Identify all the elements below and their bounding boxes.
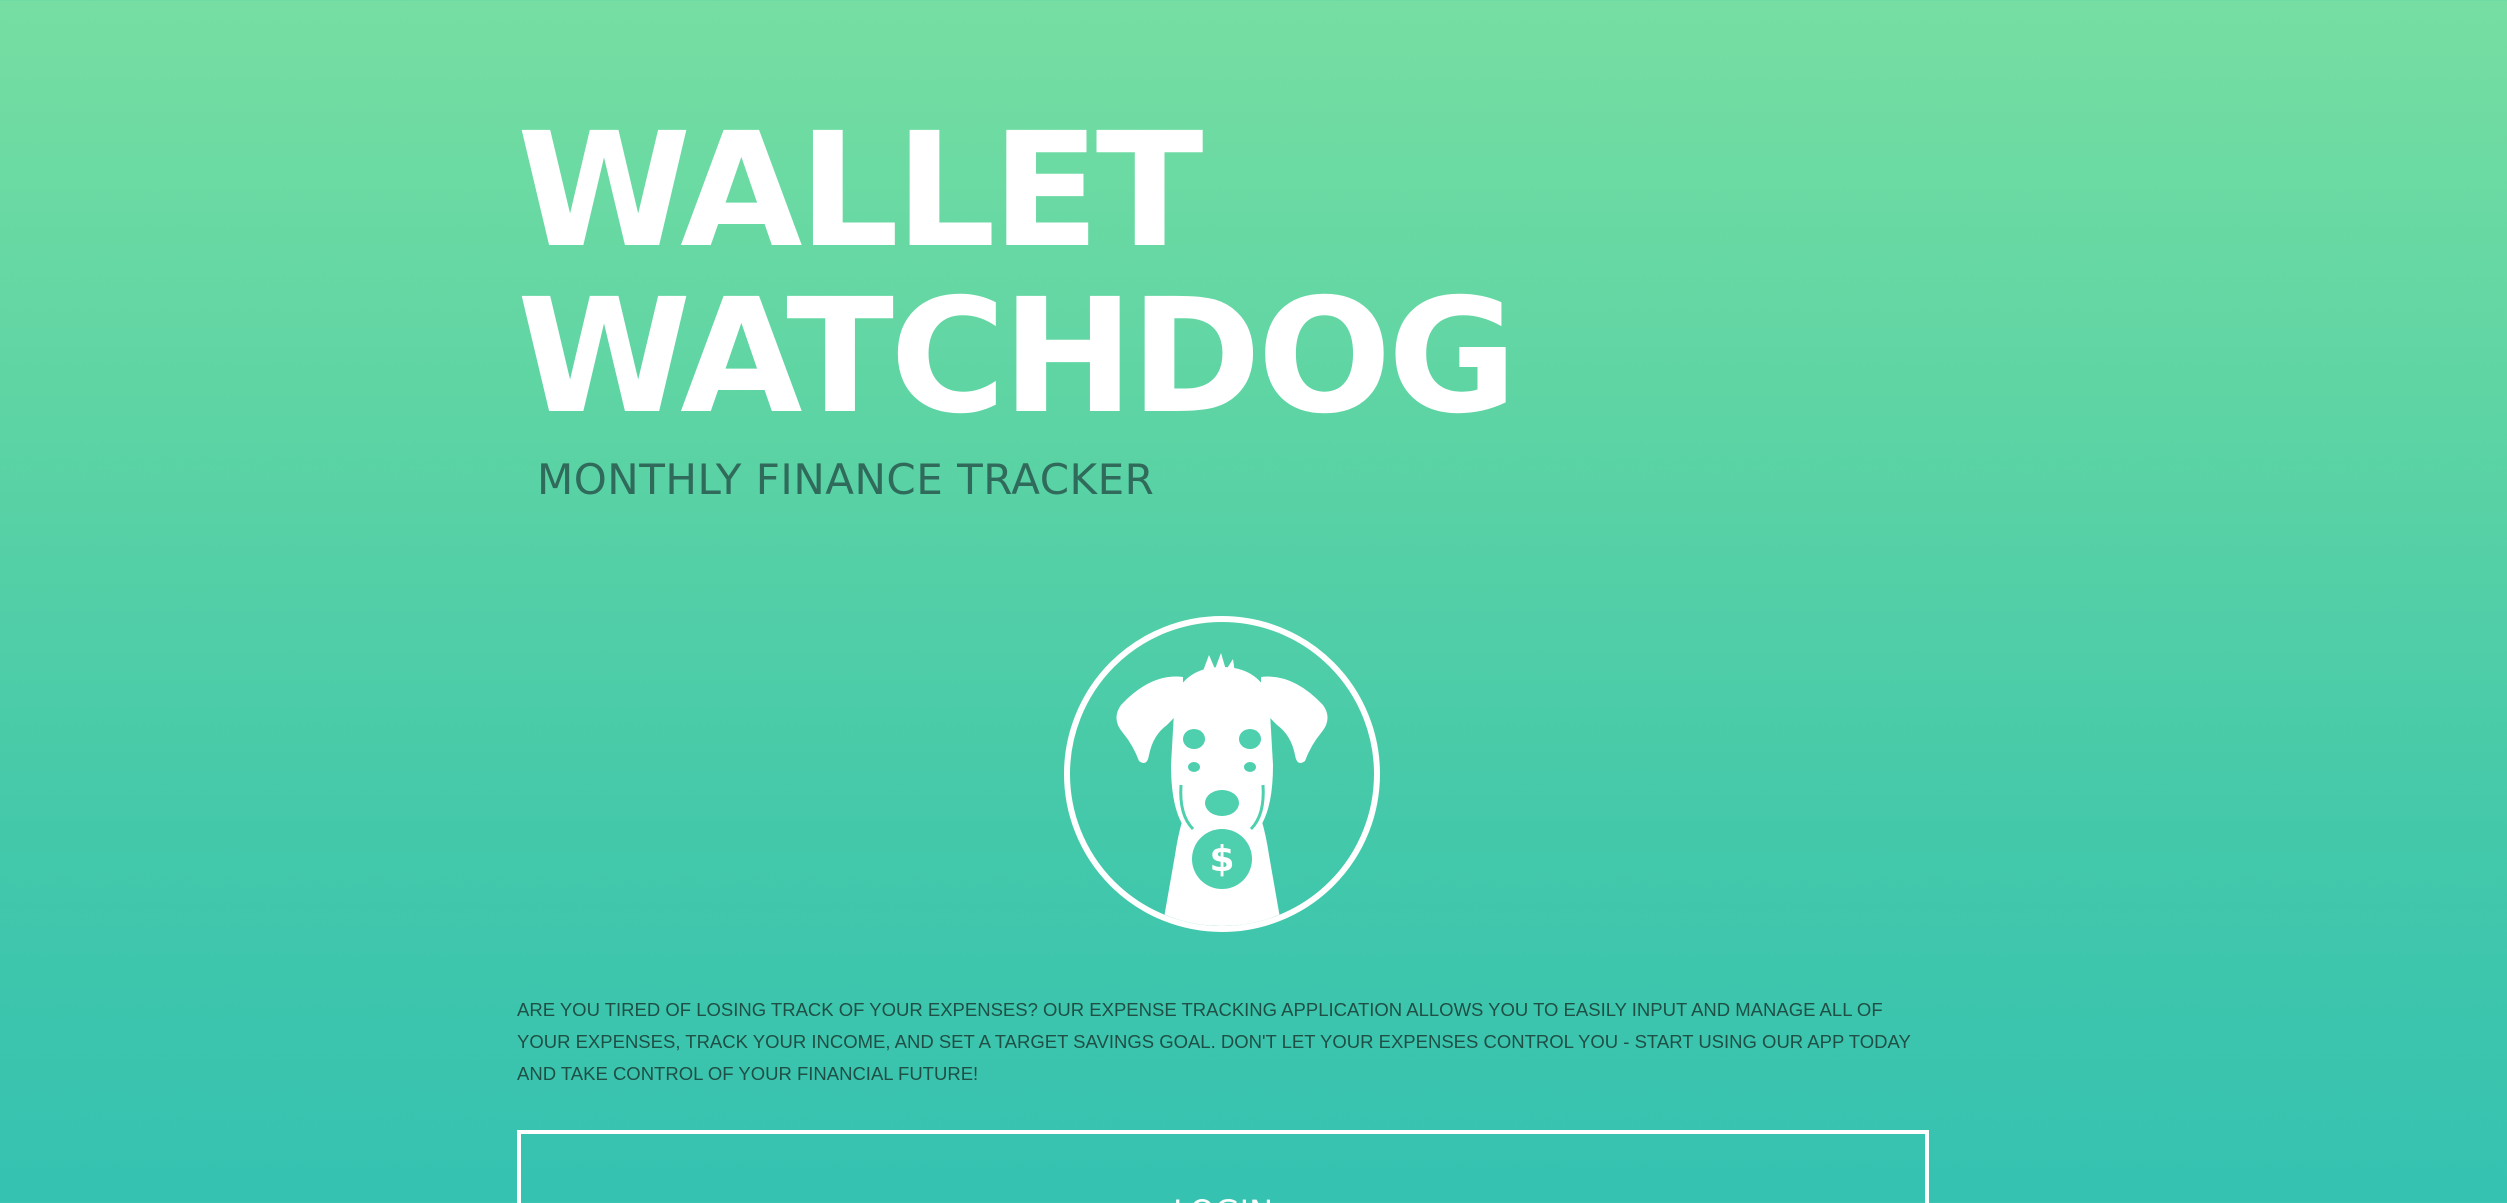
app-subtitle: MONTHLY FINANCE TRACKER: [537, 455, 1155, 504]
dog-logo-svg: $: [1064, 616, 1380, 932]
dog-logo-icon: $: [1063, 615, 1381, 933]
app-title-line-1: WALLET: [517, 99, 1204, 283]
svg-text:$: $: [1209, 839, 1234, 880]
app-title-line-2: WATCHDOG: [517, 265, 1517, 449]
login-button[interactable]: LOGIN: [517, 1130, 1929, 1203]
app-description: ARE YOU TIRED OF LOSING TRACK OF YOUR EX…: [517, 999, 1911, 1084]
app-title: WALLET WATCHDOG: [517, 99, 1517, 449]
hero-section: WALLET WATCHDOG MONTHLY FINANCE TRACKER: [517, 0, 1929, 1203]
